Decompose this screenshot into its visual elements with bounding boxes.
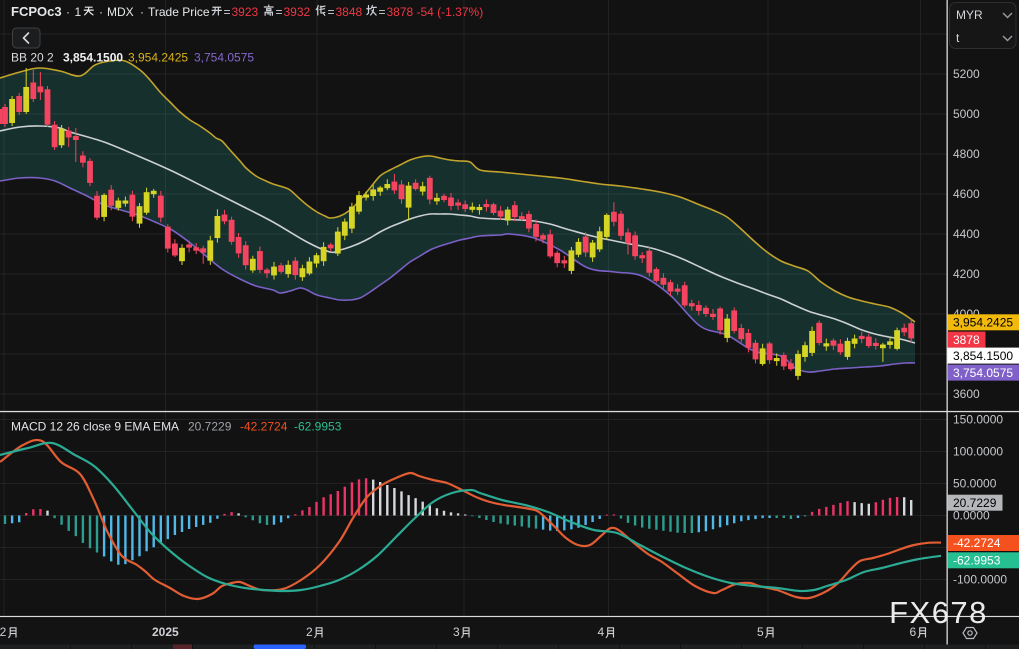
- svg-text:1: 1: [75, 5, 82, 19]
- svg-text:·: ·: [140, 5, 144, 19]
- svg-text:FCPOc3: FCPOc3: [11, 4, 62, 19]
- svg-text:FX678: FX678: [889, 595, 988, 630]
- svg-text:2025: 2025: [152, 625, 179, 639]
- svg-text:100.0000: 100.0000: [953, 445, 1003, 459]
- svg-text:3848: 3848: [336, 5, 363, 19]
- svg-text:-54 (-1.37%): -54 (-1.37%): [417, 5, 484, 19]
- svg-text:=: =: [379, 5, 386, 19]
- svg-text:MYR: MYR: [956, 8, 983, 22]
- svg-text:4800: 4800: [953, 147, 980, 161]
- svg-text:-62.9953: -62.9953: [953, 554, 1001, 568]
- svg-text:3600: 3600: [953, 387, 980, 401]
- svg-text:-100.0000: -100.0000: [953, 573, 1007, 587]
- svg-text:4600: 4600: [953, 187, 980, 201]
- svg-text:0.0000: 0.0000: [953, 509, 990, 523]
- svg-text:5000: 5000: [953, 107, 980, 121]
- svg-text:12: 12: [0, 625, 7, 639]
- svg-text:3,854.1500: 3,854.1500: [63, 51, 123, 65]
- svg-text:BB 20 2: BB 20 2: [11, 51, 54, 65]
- svg-text:MACD 12 26 close 9 EMA EMA: MACD 12 26 close 9 EMA EMA: [11, 420, 179, 434]
- svg-text:3,954.2425: 3,954.2425: [128, 51, 188, 65]
- svg-text:·: ·: [66, 5, 70, 19]
- svg-text:-42.2724: -42.2724: [240, 420, 288, 434]
- svg-text:20.7229: 20.7229: [188, 420, 232, 434]
- svg-text:=: =: [328, 5, 335, 19]
- svg-text:4: 4: [598, 625, 605, 639]
- svg-text:MDX: MDX: [107, 5, 134, 19]
- svg-text:3932: 3932: [284, 5, 311, 19]
- svg-text:-42.2724: -42.2724: [953, 536, 1001, 550]
- svg-text:5: 5: [757, 625, 764, 639]
- svg-text:-62.9953: -62.9953: [294, 420, 342, 434]
- svg-text:20.7229: 20.7229: [953, 496, 997, 510]
- svg-text:=: =: [276, 5, 283, 19]
- svg-text:3878: 3878: [953, 333, 980, 347]
- svg-text:3,754.0575: 3,754.0575: [953, 366, 1013, 380]
- svg-text:·: ·: [99, 5, 103, 19]
- svg-text:3878: 3878: [387, 5, 414, 19]
- svg-text:3923: 3923: [232, 5, 259, 19]
- svg-text:2: 2: [306, 625, 313, 639]
- svg-text:4200: 4200: [953, 267, 980, 281]
- svg-text:3: 3: [453, 625, 460, 639]
- svg-text:3,954.2425: 3,954.2425: [953, 316, 1013, 330]
- svg-text:4400: 4400: [953, 227, 980, 241]
- svg-text:50.0000: 50.0000: [953, 477, 997, 491]
- svg-text:3,854.1500: 3,854.1500: [953, 349, 1013, 363]
- svg-text:=: =: [224, 5, 231, 19]
- svg-text:Trade Price: Trade Price: [148, 5, 210, 19]
- svg-text:3,754.0575: 3,754.0575: [194, 51, 254, 65]
- svg-text:5200: 5200: [953, 67, 980, 81]
- svg-text:150.0000: 150.0000: [953, 413, 1003, 427]
